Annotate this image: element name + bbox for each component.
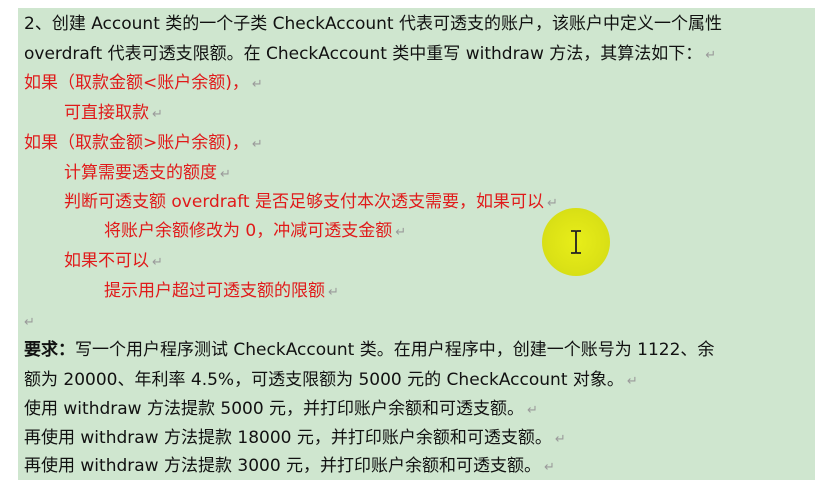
line-1-text: 2、创建 Account 类的一个子类 CheckAccount 代表可透支的账… <box>24 14 723 34</box>
line-6: 计算需要透支的额度 ↵ <box>64 161 811 187</box>
paragraph-mark-icon: ↵ <box>152 107 163 122</box>
line-4-text: 可直接取款 <box>64 103 149 123</box>
line-7: 判断可透支额 overdraft 是否足够支付本次透支需要，如果可以 ↵ <box>64 190 811 216</box>
document-page: 2、创建 Account 类的一个子类 CheckAccount 代表可透支的账… <box>18 8 815 480</box>
line-15-text: 再使用 withdraw 方法提款 18000 元，并打印账户余额和可透支额。 <box>24 428 552 448</box>
line-14-text: 使用 withdraw 方法提款 5000 元，并打印账户余额和可透支额。 <box>24 399 525 419</box>
line-15: 再使用 withdraw 方法提款 18000 元，并打印账户余额和可透支额。 ↵ <box>24 426 811 452</box>
paragraph-mark-icon: ↵ <box>395 225 407 240</box>
line-13-text: 额为 20000、年利率 4.5%，可透支限额为 5000 元的 CheckAc… <box>24 370 624 390</box>
paragraph-mark-icon: ↵ <box>328 285 339 300</box>
line-12-text: 写一个用户程序测试 CheckAccount 类。在用户程序中，创建一个账号为 … <box>75 340 715 360</box>
paragraph-mark-icon: ↵ <box>24 315 35 330</box>
line-11: ↵ <box>24 309 811 335</box>
paragraph-mark-icon: ↵ <box>251 137 263 152</box>
paragraph-mark-icon: ↵ <box>527 403 538 418</box>
paragraph-mark-icon: ↵ <box>546 196 558 211</box>
line-12: 要求：写一个用户程序测试 CheckAccount 类。在用户程序中，创建一个账… <box>24 338 811 362</box>
line-5: 如果（取款金额>账户余额)， ↵ <box>24 131 811 157</box>
line-2: overdraft 代表可透支限额。在 CheckAccount 类中重写 wi… <box>24 42 811 68</box>
line-3: 如果（取款金额<账户余额)， ↵ <box>24 71 811 97</box>
paragraph-mark-icon: ↵ <box>554 432 566 447</box>
line-2-text: overdraft 代表可透支限额。在 CheckAccount 类中重写 wi… <box>24 44 703 64</box>
line-13: 额为 20000、年利率 4.5%，可透支限额为 5000 元的 CheckAc… <box>24 368 811 394</box>
paragraph-mark-icon: ↵ <box>220 167 231 182</box>
line-9-text: 如果不可以 <box>64 251 149 271</box>
text-cursor-icon <box>571 230 581 254</box>
line-5-text: 如果（取款金额>账户余额)， <box>24 133 249 153</box>
line-14: 使用 withdraw 方法提款 5000 元，并打印账户余额和可透支额。 ↵ <box>24 397 811 423</box>
requirement-label: 要求： <box>24 340 75 360</box>
line-16-text: 再使用 withdraw 方法提款 3000 元，并打印账户余额和可透支额。 <box>24 456 542 476</box>
line-16: 再使用 withdraw 方法提款 3000 元，并打印账户余额和可透支额。 ↵ <box>24 454 811 480</box>
line-4: 可直接取款 ↵ <box>64 101 811 127</box>
line-3-text: 如果（取款金额<账户余额)， <box>24 73 249 93</box>
paragraph-mark-icon: ↵ <box>251 77 263 92</box>
line-6-text: 计算需要透支的额度 <box>64 163 217 183</box>
line-9: 如果不可以 ↵ <box>64 249 811 275</box>
paragraph-mark-icon: ↵ <box>705 48 717 63</box>
paragraph-mark-icon: ↵ <box>544 460 555 475</box>
line-8: 将账户余额修改为 0，冲减可透支金额 ↵ <box>104 219 811 245</box>
line-1: 2、创建 Account 类的一个子类 CheckAccount 代表可透支的账… <box>24 12 811 36</box>
line-7-text: 判断可透支额 overdraft 是否足够支付本次透支需要，如果可以 <box>64 192 544 212</box>
line-10: 提示用户超过可透支额的限额 ↵ <box>104 279 811 305</box>
line-8-text: 将账户余额修改为 0，冲减可透支金额 <box>104 221 393 241</box>
paragraph-mark-icon: ↵ <box>626 374 638 389</box>
line-10-text: 提示用户超过可透支额的限额 <box>104 281 325 301</box>
paragraph-mark-icon: ↵ <box>152 255 163 270</box>
